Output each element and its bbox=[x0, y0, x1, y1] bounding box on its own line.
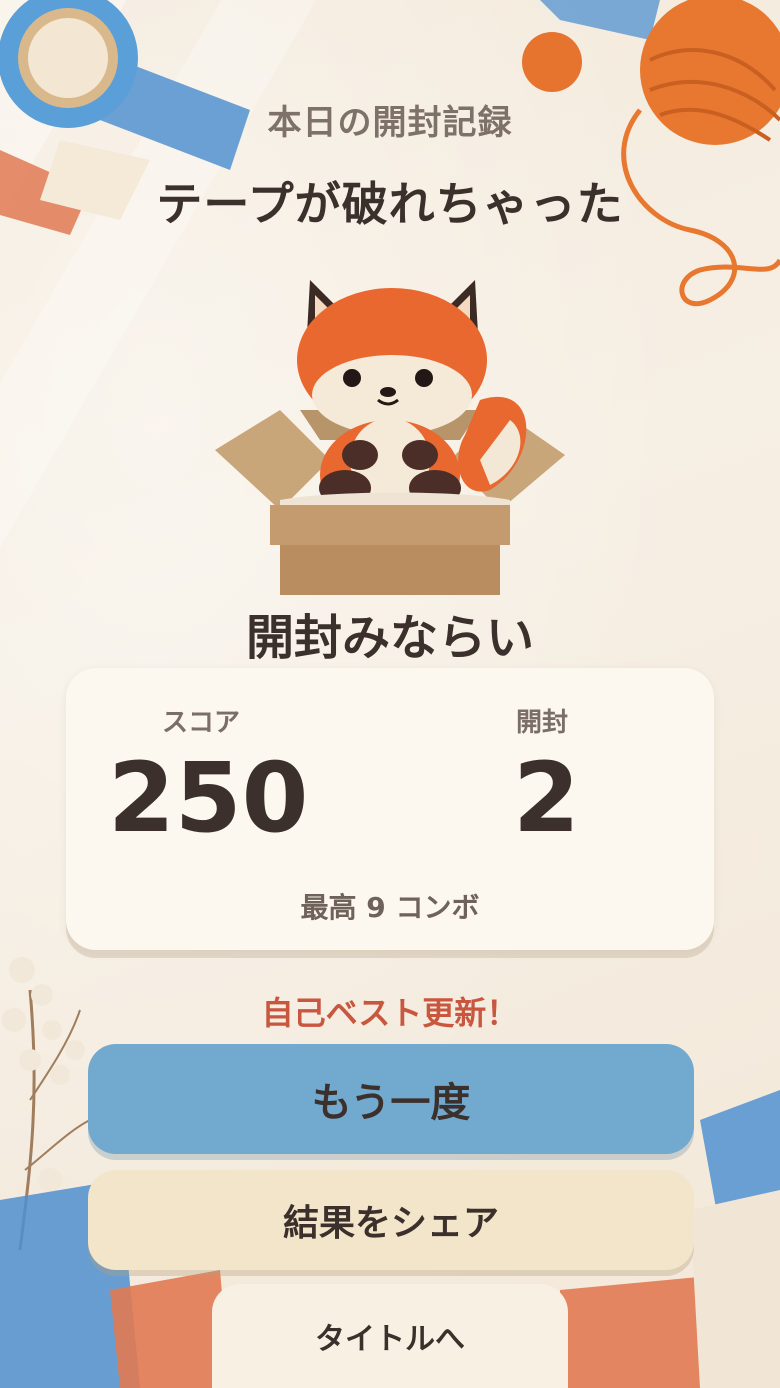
box-front bbox=[270, 492, 510, 595]
fox-in-box-illustration bbox=[215, 280, 565, 595]
header-subtitle: 本日の開封記録 bbox=[267, 103, 513, 143]
max-combo-text: 最高 9 コンボ bbox=[300, 891, 480, 924]
retry-button[interactable]: もう一度 bbox=[88, 1044, 694, 1154]
score-value: 250 bbox=[108, 742, 309, 854]
back-to-title-button[interactable]: タイトルへ bbox=[212, 1284, 568, 1388]
open-label: 開封 bbox=[516, 708, 569, 738]
personal-best-text: 自己ベスト更新！ bbox=[261, 994, 519, 1032]
share-button[interactable]: 結果をシェア bbox=[88, 1170, 694, 1270]
rank-title: 開封みならい bbox=[245, 610, 534, 666]
header-title: テープが破れちゃった bbox=[156, 177, 624, 231]
open-value: 2 bbox=[513, 742, 580, 854]
result-card: スコア 250 開封 2 最高 9 コンボ bbox=[66, 668, 714, 950]
score-label: スコア bbox=[162, 708, 241, 738]
